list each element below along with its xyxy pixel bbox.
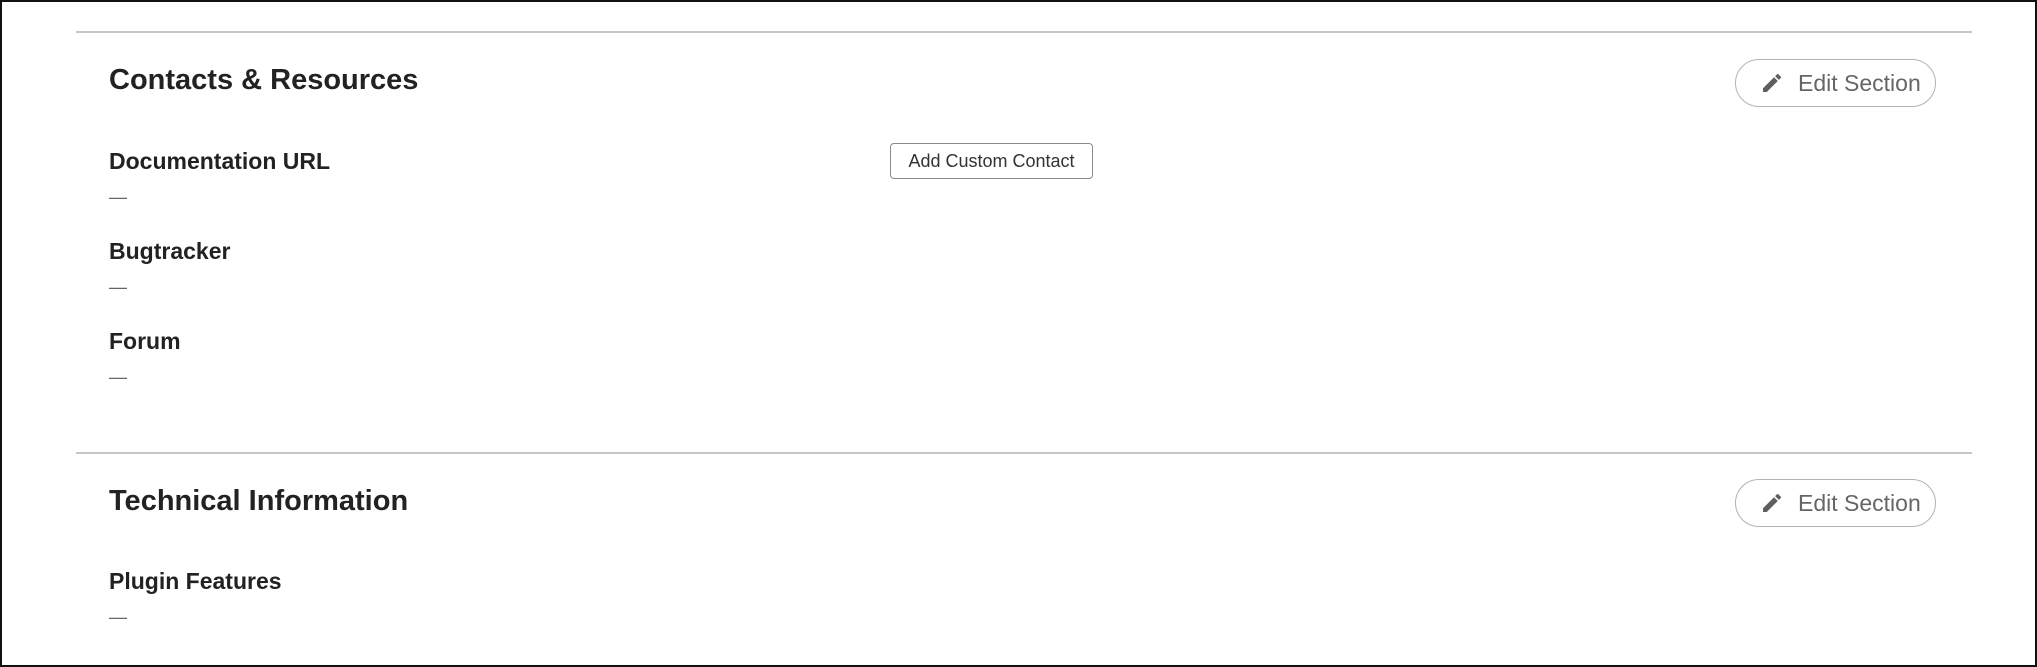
edit-section-label: Edit Section (1798, 69, 1921, 96)
section-divider (76, 452, 1972, 454)
pencil-icon (1760, 491, 1784, 515)
field-value-forum: — (109, 367, 127, 387)
page-frame: Contacts & Resources Edit Section Docume… (0, 0, 2037, 667)
section-title-contacts: Contacts & Resources (109, 64, 419, 96)
field-value-documentation-url: — (109, 187, 127, 207)
edit-section-button-contacts[interactable]: Edit Section (1735, 59, 1936, 107)
field-label-documentation-url: Documentation URL (109, 148, 331, 174)
section-divider (76, 31, 1972, 33)
field-value-plugin-features: — (109, 607, 127, 627)
pencil-icon (1760, 71, 1784, 95)
add-custom-contact-button[interactable]: Add Custom Contact (890, 143, 1093, 179)
section-title-technical: Technical Information (109, 485, 409, 517)
edit-section-button-technical[interactable]: Edit Section (1735, 479, 1936, 527)
field-value-bugtracker: — (109, 277, 127, 297)
field-label-forum: Forum (109, 328, 181, 354)
edit-section-label: Edit Section (1798, 489, 1921, 516)
field-label-plugin-features: Plugin Features (109, 568, 282, 594)
field-label-bugtracker: Bugtracker (109, 238, 231, 264)
